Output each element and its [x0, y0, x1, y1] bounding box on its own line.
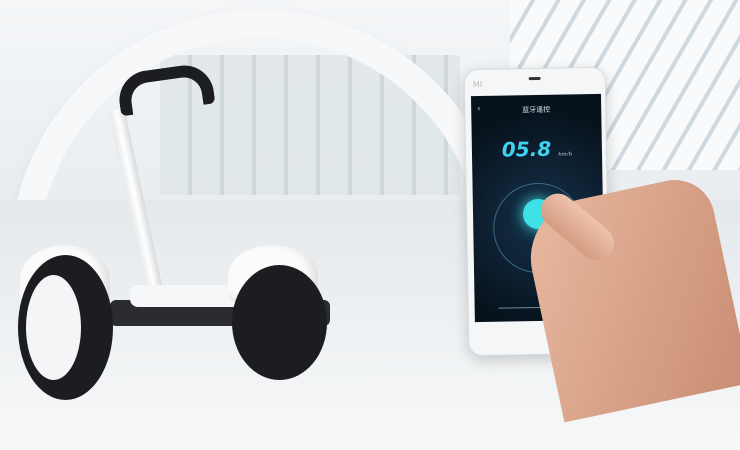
- speed-value: 05.8: [501, 136, 552, 162]
- right-wheel: [232, 265, 327, 380]
- speed-readout: 05.8 km/h: [472, 136, 602, 162]
- phone-brand: MI: [472, 79, 483, 90]
- speed-unit: km/h: [558, 151, 573, 158]
- speaker-icon: [528, 76, 541, 81]
- screen-title: 蓝牙遥控: [522, 105, 551, 115]
- left-wheel-hub: [26, 275, 81, 380]
- product-photo-scene: MI ‹ 蓝牙遥控 05.8 km/h: [0, 0, 740, 450]
- left-wheel: [18, 255, 113, 400]
